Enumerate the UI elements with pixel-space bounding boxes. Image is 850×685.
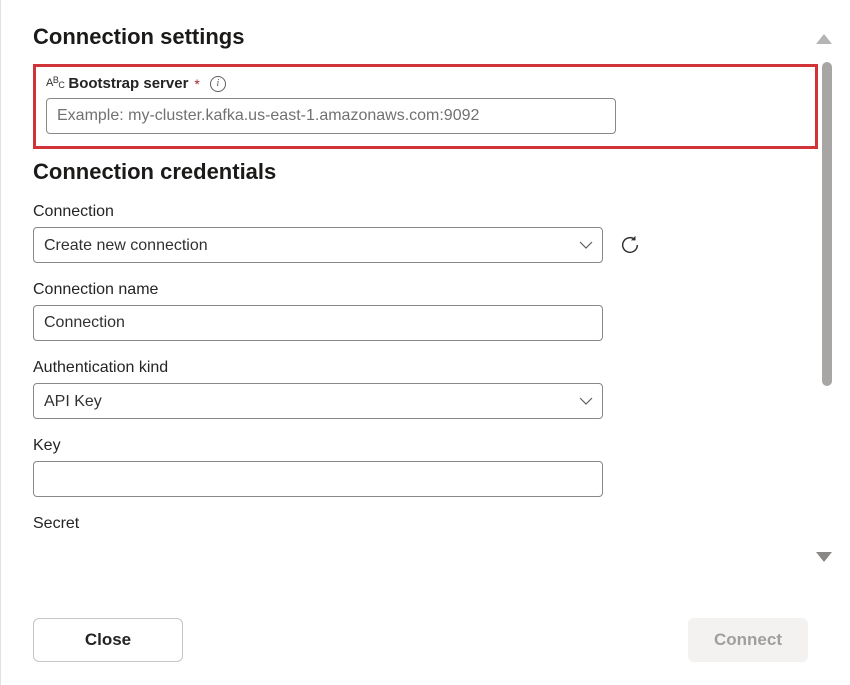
bootstrap-label: Bootstrap server [68,75,188,92]
bootstrap-highlight: ABC Bootstrap server * i [33,64,818,149]
connection-name-input[interactable] [33,305,603,341]
auth-kind-select-wrap: API Key [33,383,603,419]
close-button[interactable]: Close [33,618,183,662]
connection-name-label: Connection name [33,281,818,299]
connect-button[interactable]: Connect [688,618,808,662]
connection-label: Connection [33,203,818,221]
key-label: Key [33,437,818,455]
auth-kind-label: Authentication kind [33,359,818,377]
bootstrap-label-row: ABC Bootstrap server * i [46,75,805,92]
scroll-down-icon[interactable] [816,552,832,562]
connection-credentials-header: Connection credentials [33,159,818,185]
secret-label: Secret [33,515,818,533]
scroll-up-icon[interactable] [816,34,832,44]
info-icon[interactable]: i [210,76,226,92]
text-type-icon: ABC [46,78,64,89]
connection-panel: Connection settings ABC Bootstrap server… [0,0,850,685]
required-indicator: * [194,76,199,92]
footer: Close Connect [1,595,850,685]
auth-kind-select[interactable]: API Key [33,383,603,419]
connection-settings-header: Connection settings [33,24,818,50]
scrollbar-thumb[interactable] [822,62,832,386]
content-area: Connection settings ABC Bootstrap server… [1,0,850,580]
key-input[interactable] [33,461,603,497]
bootstrap-server-input[interactable] [46,98,616,134]
connection-select[interactable]: Create new connection [33,227,603,263]
connection-row: Create new connection [33,227,818,263]
connection-select-wrap: Create new connection [33,227,603,263]
refresh-icon[interactable] [619,234,641,256]
